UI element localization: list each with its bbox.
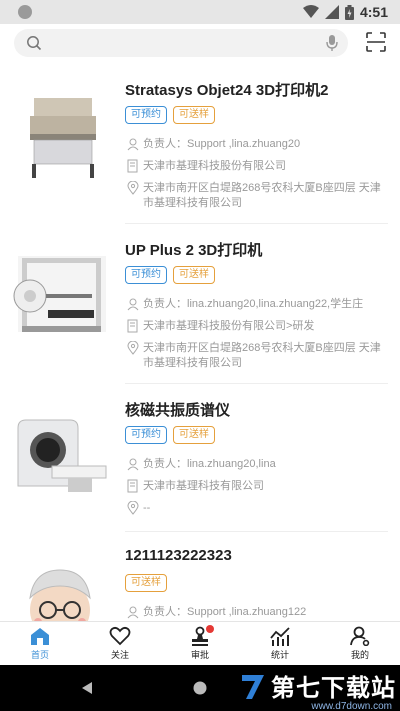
- bottom-tab-bar: 首页 关注 审批 统计 我的: [0, 621, 400, 665]
- item-tags: 可预约 可送样: [125, 266, 215, 284]
- instrument-image: [17, 419, 107, 492]
- watermark: 第七下载站: [238, 668, 396, 703]
- home-icon: [31, 628, 49, 645]
- notification-dot-icon: [18, 5, 32, 19]
- scan-icon[interactable]: [366, 32, 386, 52]
- search-input[interactable]: [14, 29, 348, 57]
- notification-badge: [206, 625, 214, 633]
- list-item[interactable]: Stratasys Objet24 3D打印机2 可预约 可送样 负责人：Sup…: [0, 64, 400, 224]
- status-time: 4:51: [359, 4, 388, 20]
- building-icon: [127, 319, 138, 333]
- tag-sample: 可送样: [125, 574, 167, 592]
- list-item[interactable]: UP Plus 2 3D打印机 可预约 可送样 负责人：lina.zhuang2…: [0, 224, 400, 384]
- list-item[interactable]: 1211123222323 可送样 负责人：Support ,lina.zhua…: [0, 532, 400, 621]
- person-icon: [127, 138, 139, 151]
- tab-label: 我的: [350, 650, 369, 660]
- tab-label: 审批: [190, 650, 209, 660]
- item-tags: 可预约 可送样: [125, 426, 215, 444]
- item-company: 天津市基理科技股份有限公司>研发: [143, 320, 315, 332]
- back-icon[interactable]: [80, 681, 94, 695]
- item-company-row: 天津市基理科技股份有限公司>研发: [125, 319, 387, 334]
- battery-icon: [344, 4, 354, 20]
- item-address-row: --: [125, 501, 387, 516]
- item-owner: 负责人：Support ,lina.zhuang20: [143, 138, 301, 150]
- search-icon: [27, 36, 42, 51]
- tab-mine[interactable]: 我的: [320, 622, 400, 665]
- item-owner: 负责人：Support ,lina.zhuang122: [143, 606, 307, 618]
- person-icon: [127, 458, 139, 471]
- tab-label: 统计: [270, 650, 289, 660]
- tag-reservable: 可预约: [125, 426, 167, 444]
- tab-statistics[interactable]: 统计: [240, 622, 320, 665]
- person-icon: [127, 606, 139, 619]
- location-pin-icon: [127, 341, 139, 355]
- item-owner: 负责人：lina.zhuang20,lina: [143, 458, 276, 470]
- item-owner-row: 负责人：lina.zhuang20,lina.zhuang22,学生庄: [125, 297, 387, 312]
- item-title: 1211123222323: [125, 547, 232, 564]
- watermark-text: 第七下载站: [271, 675, 396, 702]
- tag-sample: 可送样: [173, 266, 215, 284]
- tab-label: 首页: [30, 650, 49, 660]
- tab-approval[interactable]: 审批: [160, 622, 240, 665]
- item-owner-row: 负责人：Support ,lina.zhuang20: [125, 137, 387, 152]
- tab-label: 关注: [110, 650, 129, 660]
- watermark-url: www.d7down.com: [311, 701, 392, 711]
- instrument-list: Stratasys Objet24 3D打印机2 可预约 可送样 负责人：Sup…: [0, 64, 400, 621]
- building-icon: [127, 159, 138, 173]
- watermark-logo-icon: [242, 674, 264, 699]
- item-title: Stratasys Objet24 3D打印机2: [125, 82, 329, 99]
- item-address-row: 天津市南开区白堤路268号农科大厦B座四层 天津市基理科技有限公司: [125, 341, 387, 371]
- heart-icon: [109, 626, 131, 646]
- tag-sample: 可送样: [173, 426, 215, 444]
- chart-icon: [270, 627, 290, 646]
- tag-reservable: 可预约: [125, 266, 167, 284]
- item-owner-row: 负责人：Support ,lina.zhuang122: [125, 605, 387, 620]
- item-company: 天津市基理科技股份有限公司: [143, 160, 286, 172]
- item-company-row: 天津市基理科技股份有限公司: [125, 159, 387, 174]
- item-owner: 负责人：lina.zhuang20,lina.zhuang22,学生庄: [143, 298, 364, 310]
- status-bar: 4:51: [0, 0, 400, 24]
- item-title: UP Plus 2 3D打印机: [125, 242, 263, 259]
- user-icon: [350, 626, 370, 646]
- person-icon: [127, 298, 139, 311]
- tab-home[interactable]: 首页: [0, 622, 80, 665]
- item-address: --: [143, 502, 151, 514]
- avatar: [29, 569, 91, 621]
- item-address: 天津市南开区白堤路268号农科大厦B座四层 天津市基理科技有限公司: [143, 342, 381, 369]
- list-item[interactable]: 核磁共振质谱仪 可预约 可送样 负责人：lina.zhuang20,lina 天…: [0, 384, 400, 532]
- item-owner-row: 负责人：lina.zhuang20,lina: [125, 457, 387, 472]
- location-pin-icon: [127, 181, 139, 195]
- instrument-image: [30, 98, 96, 178]
- item-tags: 可送样: [125, 574, 167, 592]
- item-title: 核磁共振质谱仪: [125, 402, 231, 419]
- item-tags: 可预约 可送样: [125, 106, 215, 124]
- home-circle-icon[interactable]: [192, 680, 208, 696]
- item-company: 天津市基理科技有限公司: [143, 480, 264, 492]
- item-address: 天津市南开区白堤路268号农科大厦B座四层 天津市基理科技有限公司: [143, 182, 381, 209]
- tag-reservable: 可预约: [125, 106, 167, 124]
- item-address-row: 天津市南开区白堤路268号农科大厦B座四层 天津市基理科技有限公司: [125, 181, 387, 211]
- instrument-image: [13, 256, 106, 332]
- building-icon: [127, 479, 138, 493]
- signal-icon: [324, 5, 339, 19]
- tag-sample: 可送样: [173, 106, 215, 124]
- tab-follow[interactable]: 关注: [80, 622, 160, 665]
- status-icons: 4:51: [302, 4, 388, 20]
- location-pin-icon: [127, 501, 139, 515]
- wifi-icon: [302, 5, 319, 18]
- mic-icon[interactable]: [326, 34, 338, 52]
- item-company-row: 天津市基理科技有限公司: [125, 479, 387, 494]
